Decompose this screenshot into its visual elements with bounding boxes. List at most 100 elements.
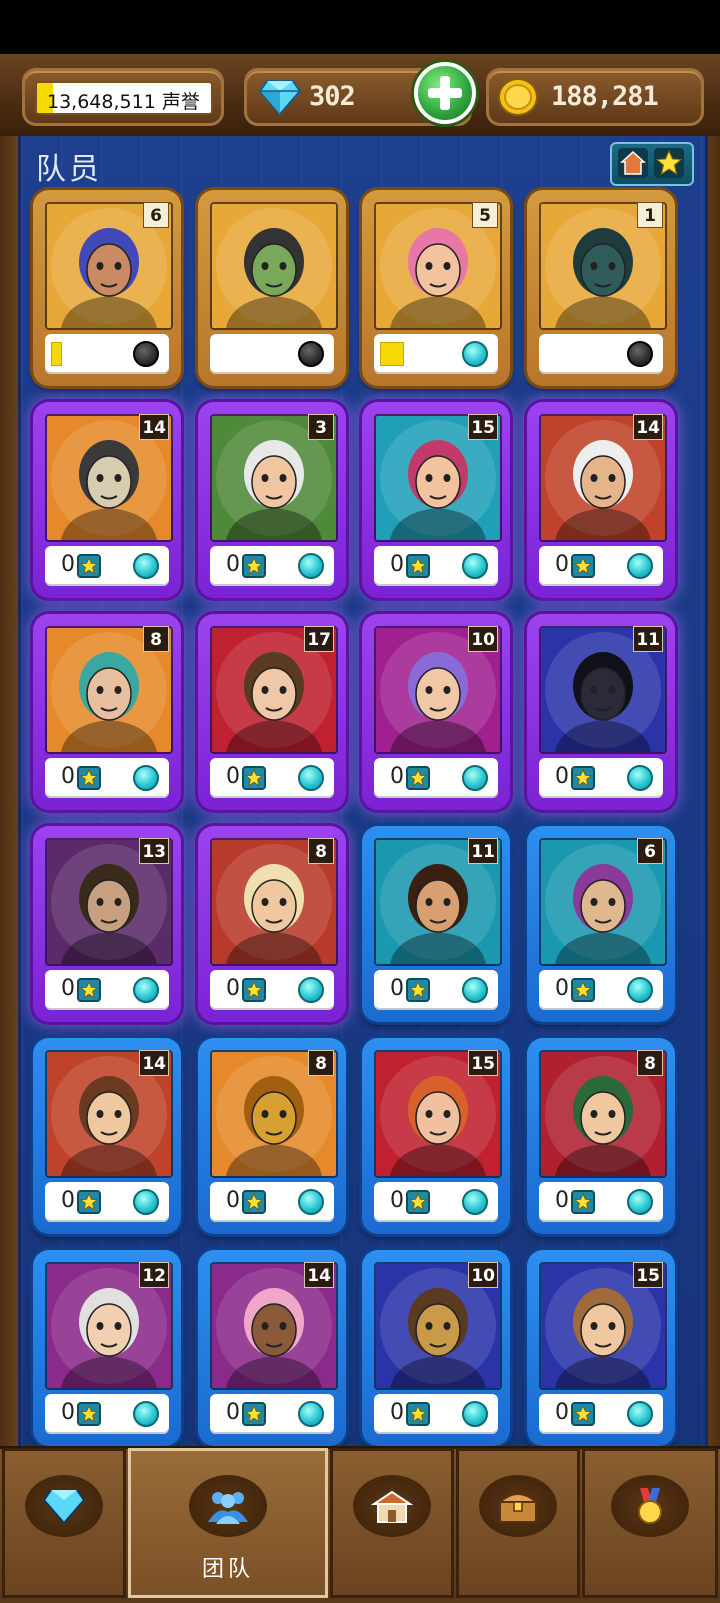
crew-card[interactable]: 14 0 — [198, 1250, 346, 1446]
crew-card[interactable]: 60 — [527, 826, 675, 1022]
crew-card[interactable]: 80 — [198, 1038, 346, 1234]
crew-level-badge: 12 — [139, 1262, 169, 1288]
crew-level-badge: 11 — [468, 838, 498, 864]
crew-card[interactable]: 13 0 — [33, 826, 181, 1022]
crew-star-count: 0 — [390, 1188, 404, 1213]
buy-gems-plus-button[interactable] — [414, 62, 476, 124]
crew-star-count: 0 — [555, 1400, 569, 1425]
crew-portrait — [210, 202, 338, 330]
reputation-display[interactable]: 13,648,511 声誉 — [22, 68, 224, 126]
star-icon — [242, 766, 266, 790]
crew-card[interactable]: 11 0 — [527, 614, 675, 810]
crew-card[interactable]: 80 — [33, 614, 181, 810]
crew-level-badge: 15 — [468, 1050, 498, 1076]
crew-level-badge: 3 — [308, 414, 334, 440]
crew-status-bar: 0 — [374, 546, 498, 586]
star-icon — [406, 1402, 430, 1426]
crew-orb-icon — [462, 341, 488, 367]
crew-orb-icon — [462, 977, 488, 1003]
crew-orb-icon — [627, 341, 653, 367]
crew-level-badge: 14 — [304, 1262, 334, 1288]
gold-coin-icon — [498, 78, 538, 116]
crew-status-bar: 0 — [374, 1182, 498, 1222]
crew-level-badge: 17 — [304, 626, 334, 652]
crew-card[interactable]: 14 0 — [33, 1038, 181, 1234]
crew-orb-icon — [133, 977, 159, 1003]
crew-level-badge: 8 — [308, 1050, 334, 1076]
crew-card[interactable]: 80 — [527, 1038, 675, 1234]
crew-level-badge: 6 — [143, 202, 169, 228]
crew-level-badge: 14 — [139, 414, 169, 440]
crew-status-bar: 0 — [539, 1394, 663, 1434]
crew-card[interactable]: 5 — [362, 190, 510, 386]
crew-card[interactable]: 10 0 — [362, 1250, 510, 1446]
star-icon — [242, 554, 266, 578]
page-title: 队员 — [36, 152, 102, 187]
crew-card[interactable]: 6 — [33, 190, 181, 386]
crew-card[interactable]: 12 0 — [33, 1250, 181, 1446]
crew-star-count: 0 — [226, 1188, 240, 1213]
crew-status-bar: 0 — [45, 1394, 169, 1434]
crew-card[interactable]: 10 0 — [362, 614, 510, 810]
nav-tab-medal[interactable] — [582, 1448, 718, 1598]
crew-card[interactable]: 14 0 — [33, 402, 181, 598]
star-icon — [77, 1190, 101, 1214]
crew-orb-icon — [627, 1189, 653, 1215]
gold-display[interactable]: 188,281 — [486, 68, 704, 126]
crew-star-count: 0 — [61, 764, 75, 789]
crew-card[interactable]: 1 — [527, 190, 675, 386]
crew-level-badge: 13 — [139, 838, 169, 864]
medal-icon — [611, 1475, 689, 1537]
crew-progress-track — [216, 342, 296, 366]
crew-star-count: 0 — [226, 552, 240, 577]
crew-card[interactable]: 17 0 — [198, 614, 346, 810]
home-icon — [618, 148, 648, 178]
gems-value: 302 — [309, 81, 356, 112]
crew-orb-icon — [462, 1401, 488, 1427]
crew-star-count: 0 — [390, 1400, 404, 1425]
crew-level-badge: 10 — [468, 626, 498, 652]
crew-level-badge: 11 — [633, 626, 663, 652]
star-icon — [77, 554, 101, 578]
crew-star-count: 0 — [555, 1188, 569, 1213]
gem-icon — [25, 1475, 103, 1537]
crew-status-bar: 0 — [210, 1182, 334, 1222]
crew-status-bar: 0 — [374, 970, 498, 1010]
crew-status-bar: 0 — [210, 546, 334, 586]
reputation-text: 13,648,511 声誉 — [47, 91, 200, 113]
crew-card[interactable]: 15 0 — [527, 1250, 675, 1446]
crew-star-count: 0 — [226, 1400, 240, 1425]
crew-orb-icon — [627, 553, 653, 579]
crew-star-count: 0 — [226, 976, 240, 1001]
crew-orb-icon — [133, 341, 159, 367]
crew-level-badge: 1 — [637, 202, 663, 228]
crew-status-bar: 0 — [45, 970, 169, 1010]
crew-card[interactable]: 30 — [198, 402, 346, 598]
crew-level-badge: 15 — [633, 1262, 663, 1288]
crew-level-badge: 8 — [637, 1050, 663, 1076]
crew-orb-icon — [298, 1401, 324, 1427]
star-icon — [406, 766, 430, 790]
crew-star-count: 0 — [555, 764, 569, 789]
crew-status-bar: 0 — [539, 758, 663, 798]
crew-card[interactable]: 15 0 — [362, 1038, 510, 1234]
nav-tab-treasure-chest[interactable] — [456, 1448, 580, 1598]
crew-card[interactable]: 11 0 — [362, 826, 510, 1022]
nav-tab-team[interactable]: 团队 — [128, 1448, 328, 1598]
crew-star-count: 0 — [61, 976, 75, 1001]
star-icon — [406, 978, 430, 1002]
crew-card[interactable]: 80 — [198, 826, 346, 1022]
star-icon — [242, 1402, 266, 1426]
star-icon — [77, 978, 101, 1002]
nav-tab-gem[interactable] — [2, 1448, 126, 1598]
nav-tab-buildings[interactable] — [330, 1448, 454, 1598]
crew-card[interactable]: 14 0 — [527, 402, 675, 598]
crew-card[interactable] — [198, 190, 346, 386]
crew-level-badge: 5 — [472, 202, 498, 228]
star-icon — [654, 148, 684, 178]
star-icon — [77, 1402, 101, 1426]
star-icon — [571, 554, 595, 578]
sort-filter-button[interactable] — [610, 142, 694, 186]
crew-orb-icon — [298, 341, 324, 367]
crew-card[interactable]: 15 0 — [362, 402, 510, 598]
